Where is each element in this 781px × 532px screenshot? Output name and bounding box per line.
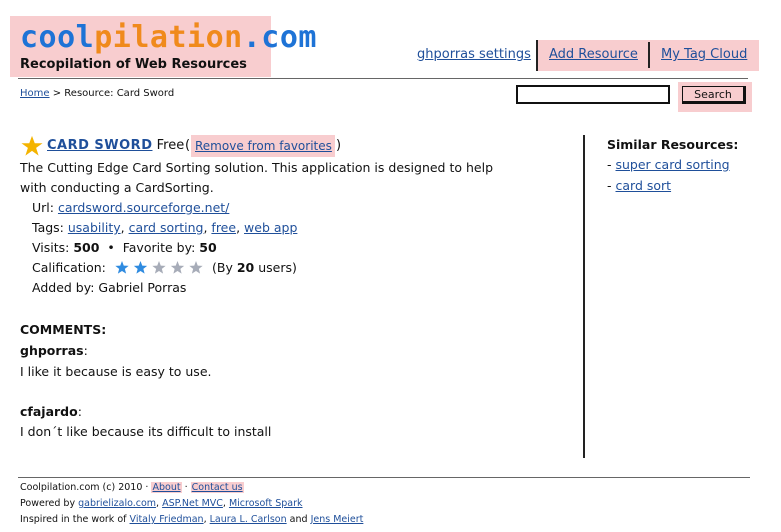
rating-star-empty-icon[interactable] <box>170 261 185 274</box>
contact-link[interactable]: Contact us <box>190 482 244 493</box>
breadcrumb-home-link[interactable]: Home <box>20 88 50 99</box>
similar-resource-link[interactable]: super card sorting <box>616 157 730 172</box>
calification-label: Calification: <box>32 260 106 275</box>
favorite-paren-open: ( <box>185 138 191 153</box>
stats-bullet: • <box>107 240 115 255</box>
resource-title-line: CARD SWORD Free <box>47 138 184 153</box>
favorite-count: 50 <box>199 240 217 255</box>
rating-by-open: (By <box>212 260 233 275</box>
footer-line-3: Inspired in the work of Vitaly Friedman,… <box>20 514 364 525</box>
resource-url-link[interactable]: cardsword.sourceforge.net/ <box>58 200 229 215</box>
remove-favorite-link[interactable]: Remove from favorites <box>195 139 332 153</box>
comment-user: ghporras: <box>20 343 88 358</box>
powered-link[interactable]: ASP.Net MVC <box>162 498 223 509</box>
content-divider <box>583 135 585 458</box>
add-resource-link[interactable]: Add Resource <box>549 47 638 62</box>
resource-stats-row: Visits: 500 • Favorite by: 50 <box>32 240 217 255</box>
logo-part-com: .com <box>242 20 317 55</box>
comments-heading: COMMENTS: <box>20 322 107 337</box>
comment-text: I don´t like because its difficult to in… <box>20 424 272 439</box>
resource-name-link[interactable]: CARD SWORD <box>47 138 152 153</box>
resource-tags-row: Tags: usability, card sorting, free, web… <box>32 220 298 235</box>
user-settings-link[interactable]: ghporras settings <box>417 47 531 62</box>
rating-star-empty-icon[interactable] <box>189 261 203 274</box>
nav-divider <box>648 42 650 68</box>
breadcrumb-separator: > <box>52 88 62 99</box>
breadcrumb-current: Resource: Card Sword <box>64 88 175 99</box>
similar-resource-item: - card sort <box>607 178 671 193</box>
comment-text: I like it because is easy to use. <box>20 364 212 379</box>
footer-dot: · <box>145 482 149 493</box>
breadcrumb: Home > Resource: Card Sword <box>20 88 174 99</box>
tags-label: Tags: <box>32 220 64 235</box>
tag-link[interactable]: free <box>211 220 236 235</box>
favorite-paren-close: ) <box>336 138 342 153</box>
search-button[interactable]: Search <box>682 86 746 104</box>
resource-url-row: Url: cardsword.sourceforge.net/ <box>32 200 229 215</box>
list-dash: - <box>607 157 612 172</box>
favorite-label: Favorite by: <box>122 240 196 255</box>
footer-dot: · <box>184 482 188 493</box>
resource-description: The Cutting Edge Card Sorting solution. … <box>20 160 494 195</box>
visits-count: 500 <box>73 240 100 255</box>
copyright-text: Coolpilation.com (c) 2010 <box>20 482 143 493</box>
comment-user: cfajardo: <box>20 404 82 419</box>
powered-link[interactable]: gabrielizalo.com <box>78 498 156 509</box>
powered-link[interactable]: Microsoft Spark <box>229 498 303 509</box>
site-logo[interactable]: coolpilation.com <box>20 20 317 55</box>
tag-link[interactable]: usability <box>68 220 121 235</box>
logo-part-cool: cool <box>20 20 95 55</box>
comment-user-name: ghporras <box>20 343 84 358</box>
comment-user-name: cfajardo <box>20 404 78 419</box>
rating-user-count: 20 <box>236 260 255 275</box>
rating-star-filled-icon[interactable] <box>115 261 129 274</box>
rating-star-filled-icon[interactable] <box>133 261 148 274</box>
about-link[interactable]: About <box>151 482 182 493</box>
header-divider <box>18 78 748 79</box>
list-dash: - <box>607 178 612 193</box>
search-input[interactable] <box>516 85 670 104</box>
tag-link[interactable]: card sorting <box>129 220 204 235</box>
similar-resource-item: - super card sorting <box>607 157 730 172</box>
and-text: and <box>289 514 308 525</box>
rating-star-empty-icon[interactable] <box>152 261 166 274</box>
site-tagline: Recopilation of Web Resources <box>20 57 247 72</box>
powered-by-label: Powered by <box>20 498 76 509</box>
logo-part-pilation: pilation <box>94 20 243 55</box>
footer-line-2: Powered by gabrielizalo.com, ASP.Net MVC… <box>20 498 303 509</box>
resource-price: Free <box>156 138 185 153</box>
visits-label: Visits: <box>32 240 70 255</box>
tag-cloud-link[interactable]: My Tag Cloud <box>661 47 747 62</box>
tag-link[interactable]: web app <box>244 220 297 235</box>
inspired-label: Inspired in the work of <box>20 514 127 525</box>
similar-resource-link[interactable]: card sort <box>616 178 672 193</box>
added-by: Added by: Gabriel Porras <box>32 280 187 295</box>
rating-stars[interactable] <box>115 261 207 275</box>
footer-divider <box>18 477 750 478</box>
favorite-star-icon[interactable] <box>21 135 43 157</box>
inspired-link[interactable]: Vitaly Friedman <box>130 514 204 525</box>
inspired-link[interactable]: Laura L. Carlson <box>210 514 287 525</box>
url-label: Url: <box>32 200 54 215</box>
inspired-link[interactable]: Jens Meiert <box>311 514 364 525</box>
similar-resources-heading: Similar Resources: <box>607 137 739 152</box>
footer-line-1: Coolpilation.com (c) 2010 · About · Cont… <box>20 482 244 493</box>
rating-by-close: users) <box>258 260 297 275</box>
rating-users: (By 20 users) <box>212 260 297 275</box>
